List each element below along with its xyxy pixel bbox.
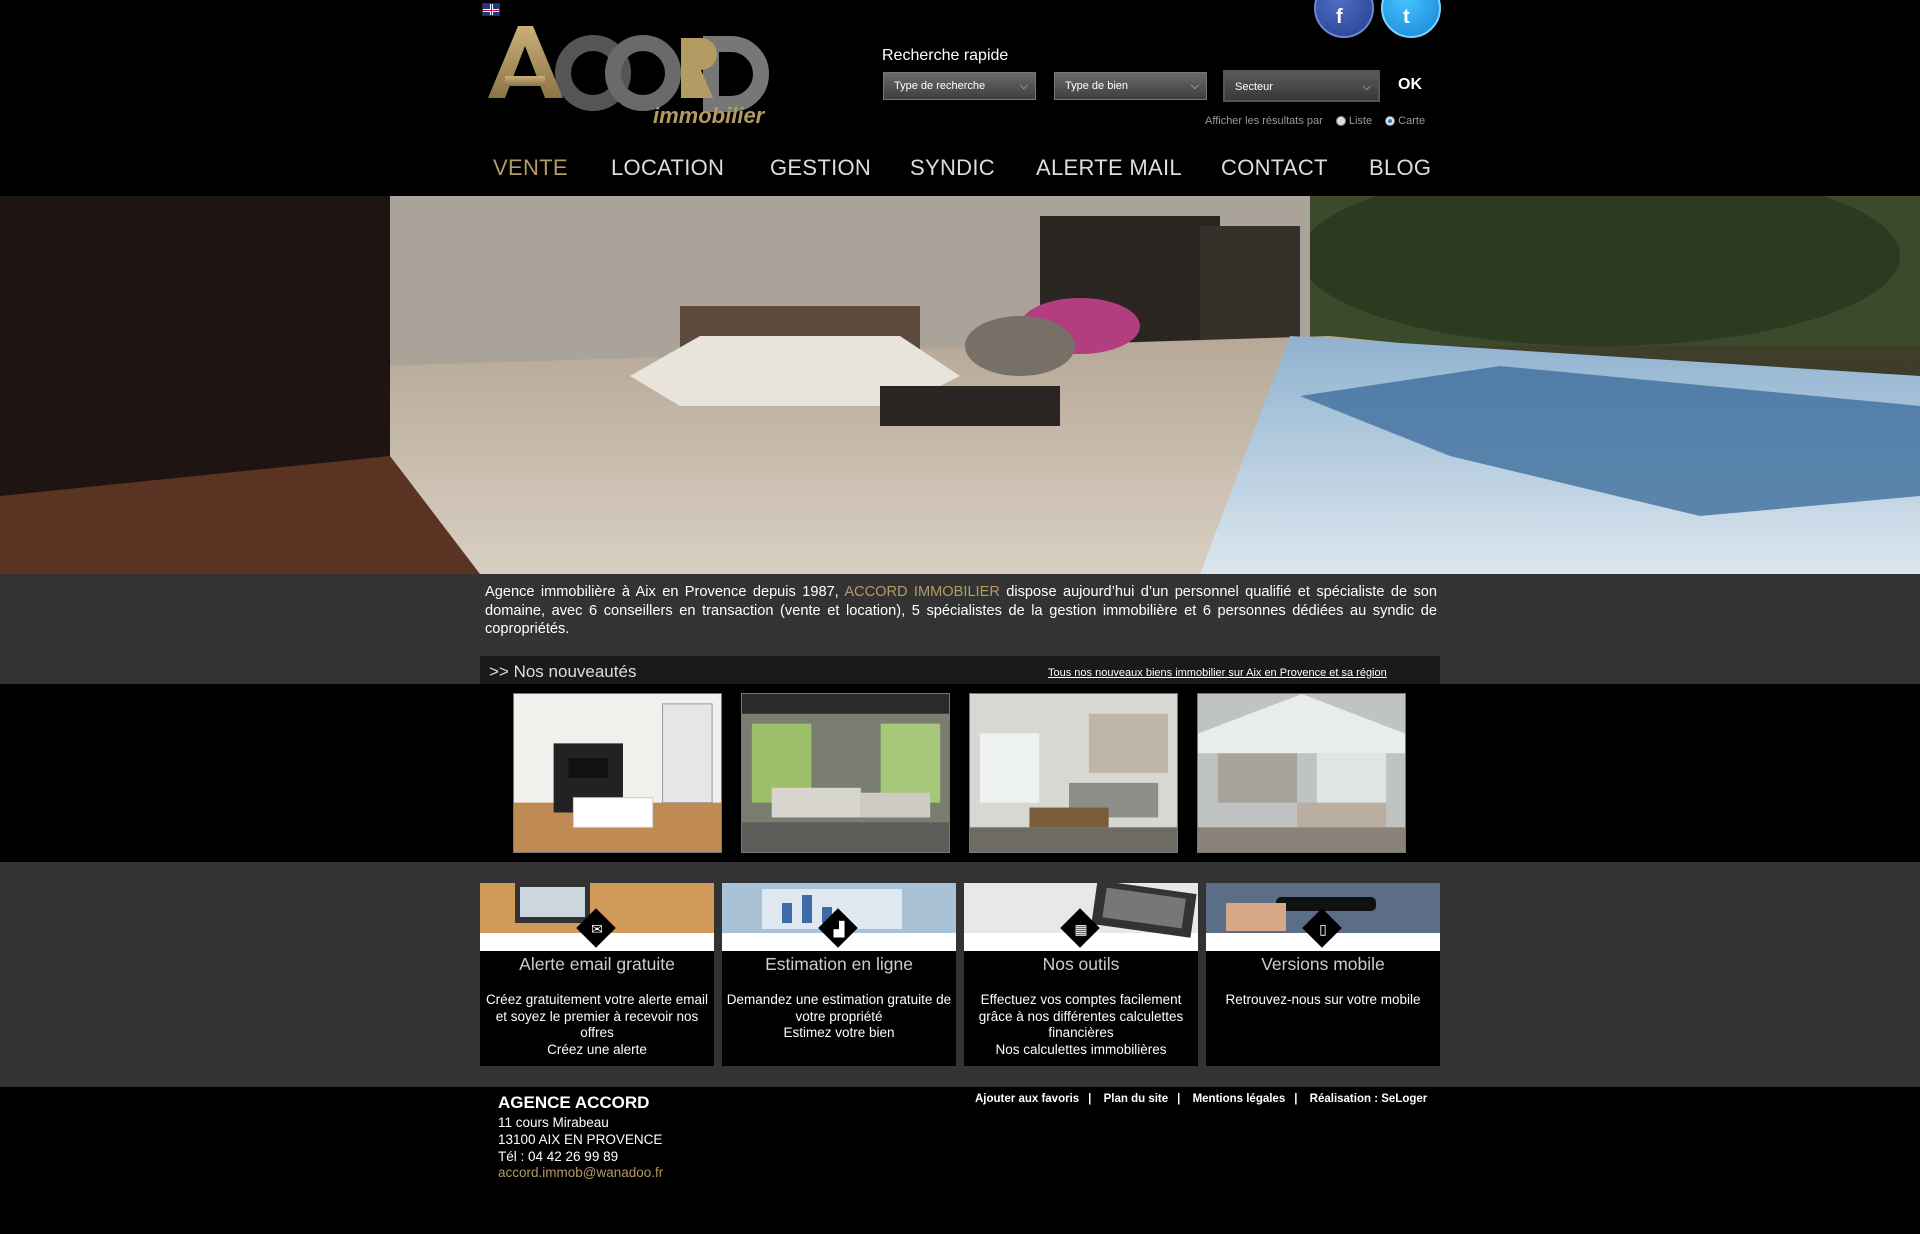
footer-email-link[interactable]: accord.immob@wanadoo.fr xyxy=(498,1165,663,1180)
feature-description: Créez gratuitement votre alerte email et… xyxy=(485,992,709,1040)
property-type-select-value: Type de bien xyxy=(1065,80,1128,92)
feature-mobile[interactable]: ▯ Versions mobile Retrouvez-nous sur vot… xyxy=(1206,883,1440,1066)
feature-description: Effectuez vos comptes facilement grâce à… xyxy=(978,992,1184,1040)
feature-title: Nos outils xyxy=(1042,954,1120,974)
nav-item-gestion[interactable]: GESTION xyxy=(770,155,871,181)
listing-thumbnail[interactable] xyxy=(741,693,950,853)
sitemap-link[interactable]: Plan du site xyxy=(1104,1093,1169,1105)
chevron-down-icon: ⌵ xyxy=(1019,80,1028,92)
search-type-select-value: Type de recherche xyxy=(894,80,986,92)
chevron-down-icon: ⌵ xyxy=(1190,80,1199,92)
feature-description: Retrouvez-nous sur votre mobile xyxy=(1225,992,1421,1007)
nav-item-alerte-mail[interactable]: ALERTE MAIL xyxy=(1036,155,1182,181)
footer-street: 11 cours Mirabeau xyxy=(498,1115,609,1130)
envelope-icon: ✉ xyxy=(591,921,603,937)
chevron-down-icon: ⌵ xyxy=(1362,81,1371,93)
display-label: Afficher les résultats par xyxy=(1205,115,1323,127)
calculator-icon: ▦ xyxy=(1074,921,1088,937)
nav-item-vente[interactable]: VENTE xyxy=(493,155,568,181)
all-new-listings-link[interactable]: Tous nos nouveaux biens immobilier sur A… xyxy=(1048,667,1387,679)
create-alert-link[interactable]: Créez une alerte xyxy=(480,1042,714,1059)
display-list-radio[interactable] xyxy=(1335,116,1346,126)
listing-thumbnail[interactable] xyxy=(969,693,1178,853)
display-map-label: Carte xyxy=(1398,115,1426,127)
agency-intro-text: Agence immobilière à Aix en Provence dep… xyxy=(485,583,1437,639)
sector-select[interactable]: Secteur ⌵ xyxy=(1223,70,1380,102)
feature-title: Alerte email gratuite xyxy=(519,954,675,974)
facebook-icon[interactable]: f xyxy=(1314,0,1374,38)
logo-subtitle: immobilier xyxy=(653,103,766,128)
listing-thumbnail[interactable] xyxy=(513,693,722,853)
feature-title: Versions mobile xyxy=(1261,954,1385,974)
feature-title: Estimation en ligne xyxy=(765,954,913,974)
footer-links: Ajouter aux favoris | Plan du site | Menti… xyxy=(975,1093,1428,1105)
english-flag-icon[interactable] xyxy=(482,3,500,16)
footer-agency-name: AGENCE ACCORD xyxy=(498,1093,650,1112)
main-nav: VENTE LOCATION GESTION SYNDIC ALERTE MAI… xyxy=(480,155,1440,185)
quick-search-title: Recherche rapide xyxy=(882,47,1009,64)
mobile-icon: ▯ xyxy=(1319,921,1327,937)
nav-item-syndic[interactable]: SYNDIC xyxy=(910,155,995,181)
sector-select-value: Secteur xyxy=(1235,81,1273,93)
intro-highlight: ACCORD IMMOBILIER xyxy=(844,584,1000,600)
listing-thumbnail[interactable] xyxy=(1197,693,1406,853)
nav-item-blog[interactable]: BLOG xyxy=(1369,155,1431,181)
feature-email-alert[interactable]: ✉ Alerte email gratuite Créez gratuiteme… xyxy=(480,883,714,1066)
feature-description: Demandez une estimation gratuite de votr… xyxy=(726,992,952,1024)
legal-notice-link[interactable]: Mentions légales xyxy=(1193,1093,1286,1105)
intro-part1: Agence immobilière à Aix en Provence dep… xyxy=(485,584,845,600)
credits-link[interactable]: Réalisation : SeLoger xyxy=(1310,1093,1428,1105)
nav-item-contact[interactable]: CONTACT xyxy=(1221,155,1328,181)
chart-icon: ▟ xyxy=(833,921,845,937)
calculators-link[interactable]: Nos calculettes immobilières xyxy=(964,1042,1198,1059)
features-band xyxy=(0,862,1920,1087)
accord-logo[interactable]: immobilier xyxy=(483,18,783,128)
add-favorites-link[interactable]: Ajouter aux favoris xyxy=(975,1093,1079,1105)
feature-online-estimate[interactable]: ▟ Estimation en ligne Demandez une estim… xyxy=(722,883,956,1066)
nav-item-location[interactable]: LOCATION xyxy=(611,155,724,181)
twitter-icon[interactable]: t xyxy=(1381,0,1441,38)
search-type-select[interactable]: Type de recherche ⌵ xyxy=(883,72,1036,100)
property-type-select[interactable]: Type de bien ⌵ xyxy=(1054,72,1207,100)
footer-city: 13100 AIX EN PROVENCE xyxy=(498,1132,663,1147)
footer-phone: Tél : 04 42 26 99 89 xyxy=(498,1149,619,1164)
estimate-link[interactable]: Estimez votre bien xyxy=(722,1025,956,1042)
display-map-radio[interactable] xyxy=(1385,116,1396,126)
display-options: Afficher les résultats par Liste Carte xyxy=(1205,115,1425,127)
search-ok-button[interactable]: OK xyxy=(1398,76,1422,94)
feature-tools[interactable]: ▦ Nos outils Effectuez vos comptes facil… xyxy=(964,883,1198,1066)
display-list-label: Liste xyxy=(1348,115,1373,127)
news-title: >> Nos nouveautés xyxy=(489,662,637,681)
hero-image xyxy=(0,196,1920,574)
